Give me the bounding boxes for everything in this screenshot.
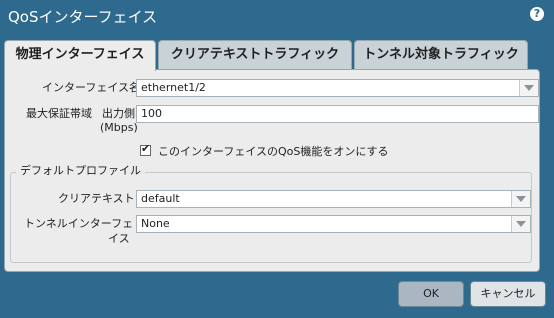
tab-clear-text-traffic[interactable]: クリアテキストトラフィック [158,40,352,70]
chevron-down-icon[interactable] [511,216,530,232]
egress-unit-label: (Mbps) [100,121,138,134]
interface-name-select[interactable]: ethernet1/2 [136,79,539,97]
chevron-down-icon[interactable] [519,80,538,96]
clear-text-profile-select[interactable]: default [136,190,531,208]
clear-text-value: default [141,192,180,205]
cancel-button[interactable]: キャンセル [470,281,546,307]
dialog-title: QoSインターフェイス [8,8,158,26]
interface-name-label: インターフェイス名 [42,81,141,94]
tunnel-interface-label: トンネルインターフェ [24,217,134,230]
default-profile-legend: デフォルトプロファイル [16,164,145,178]
interface-name-value: ethernet1/2 [141,81,206,94]
question-circle-icon[interactable]: ? [530,7,544,21]
tab-physical-interface[interactable]: 物理インターフェイス [4,40,156,71]
enable-qos-checkbox[interactable]: ✔ [140,142,151,156]
egress-bandwidth-input[interactable]: 100 [136,105,539,123]
tunnel-interface-profile-select[interactable]: None [136,215,531,233]
chevron-down-icon[interactable] [511,191,530,207]
clear-text-label: クリアテキスト [58,192,135,205]
check-icon: ✔ [141,142,151,155]
max-bandwidth-label: 最大保証帯域 [26,107,92,120]
dialog-titlebar: QoSインターフェイス ? [0,0,554,36]
tunnel-interface-value: None [141,217,170,230]
enable-qos-label: このインターフェイスのQoS機能をオンにする [158,145,389,158]
ok-button[interactable]: OK [398,281,464,307]
tunnel-interface-label-cont: イス [108,232,130,245]
tab-tunneled-traffic[interactable]: トンネル対象トラフィック [354,40,528,70]
egress-label: 出力側 [102,107,135,120]
